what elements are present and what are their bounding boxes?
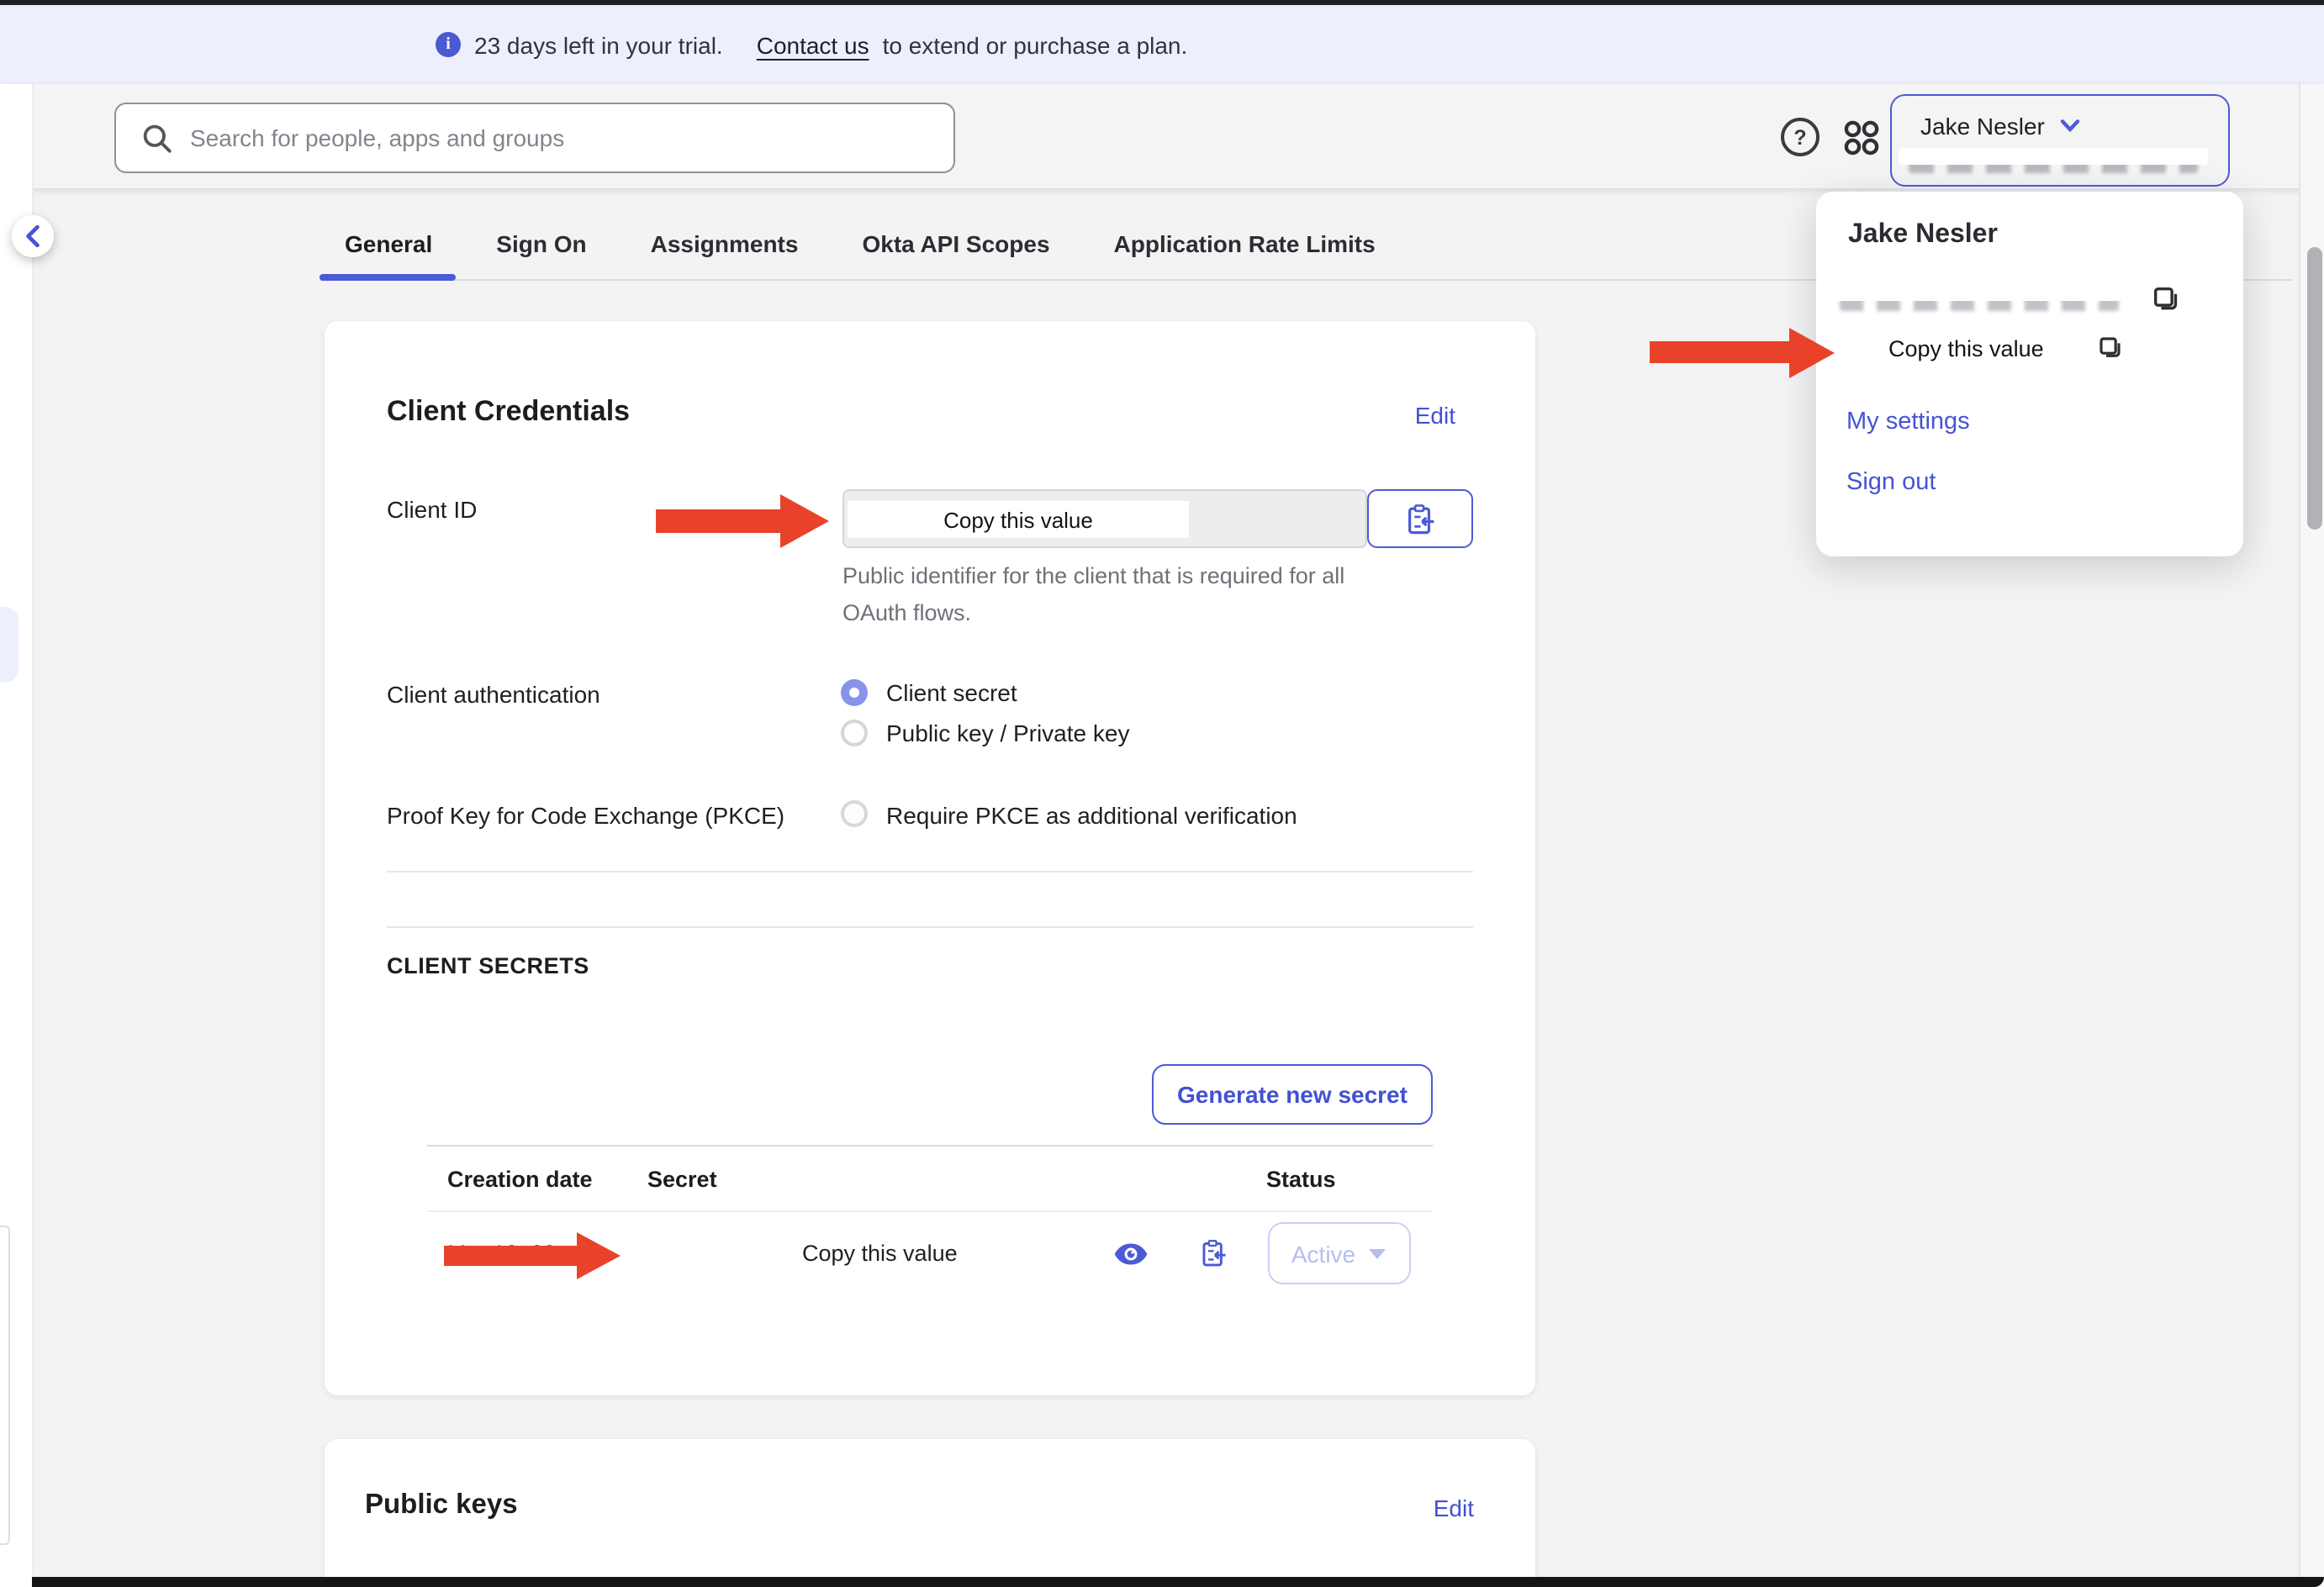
trial-banner-content: i 23 days left in your trial. Contact us…: [436, 5, 1187, 84]
apps-grid-icon[interactable]: [1843, 119, 1880, 156]
app-tabs: General Sign On Assignments Okta API Sco…: [320, 215, 1401, 272]
column-header-secret: Secret: [647, 1167, 717, 1192]
column-header-status: Status: [1266, 1167, 1336, 1192]
user-menu-panel: Jake Nesler Copy this value My settings …: [1816, 192, 2243, 556]
tab-assignments[interactable]: Assignments: [626, 215, 824, 272]
chevron-left-icon: [25, 224, 40, 246]
public-keys-card: Public keys Edit: [325, 1439, 1534, 1587]
client-id-help-text: Public identifier for the client that is…: [842, 558, 1411, 630]
secret-copy-icon[interactable]: [1199, 1237, 1228, 1269]
secret-status-dropdown[interactable]: Active: [1267, 1222, 1410, 1284]
my-settings-link[interactable]: My settings: [1846, 409, 1970, 435]
client-secret-option-label: Client secret: [886, 679, 1017, 706]
search-icon: [141, 123, 173, 155]
search-input[interactable]: [114, 103, 955, 173]
user-name: Jake Nesler: [1920, 113, 2045, 140]
app-header: ? Jake Nesler: [0, 84, 2324, 188]
pkce-option-label: Require PKCE as additional verification: [886, 802, 1297, 829]
client-secrets-title: CLIENT SECRETS: [387, 953, 589, 978]
client-credentials-card: Client Credentials Edit Client ID Copy t…: [325, 321, 1534, 1395]
client-authentication-label: Client authentication: [387, 681, 600, 708]
public-keys-title: Public keys: [365, 1489, 518, 1521]
org-url-redaction: [1899, 148, 2208, 173]
client-id-label: Client ID: [387, 496, 477, 523]
radio-client-secret[interactable]: [841, 679, 868, 706]
pkce-label: Proof Key for Code Exchange (PKCE): [387, 802, 784, 829]
client-credentials-edit-link[interactable]: Edit: [1415, 402, 1455, 429]
tab-general[interactable]: General: [320, 215, 457, 272]
column-header-creation-date: Creation date: [447, 1167, 593, 1192]
user-account-button[interactable]: Jake Nesler: [1890, 94, 2230, 187]
show-secret-eye-icon[interactable]: [1113, 1242, 1149, 1266]
tab-application-rate-limits[interactable]: Application Rate Limits: [1089, 215, 1401, 272]
tab-sign-on[interactable]: Sign On: [471, 215, 611, 272]
page-scrollbar-thumb[interactable]: [2306, 247, 2322, 530]
secret-status-label: Active: [1291, 1240, 1355, 1267]
client-id-copy-tooltip: Copy this value: [848, 501, 1189, 538]
trial-suffix-text: to extend or purchase a plan.: [883, 31, 1188, 58]
chevron-down-icon: [2060, 119, 2080, 133]
public-keys-edit-link[interactable]: Edit: [1434, 1495, 1474, 1521]
active-tab-underline: [320, 274, 456, 280]
caret-down-icon: [1369, 1248, 1386, 1258]
sidebar-selected-item[interactable]: [0, 607, 18, 683]
table-header-border: [427, 1210, 1432, 1212]
user-email-redaction: [1836, 284, 2122, 311]
table-top-border: [427, 1145, 1432, 1147]
contact-us-link[interactable]: Contact us: [757, 31, 869, 58]
trial-banner: i 23 days left in your trial. Contact us…: [0, 5, 2324, 84]
user-menu-name: Jake Nesler: [1848, 220, 1998, 250]
radio-public-private-key[interactable]: [841, 719, 868, 746]
client-credentials-title: Client Credentials: [387, 395, 630, 429]
pkce-checkbox[interactable]: [841, 800, 868, 827]
generate-new-secret-button[interactable]: Generate new secret: [1152, 1064, 1433, 1125]
tab-okta-api-scopes[interactable]: Okta API Scopes: [837, 215, 1075, 272]
global-search: [114, 103, 955, 173]
trial-days-text: 23 days left in your trial.: [474, 31, 723, 58]
sign-out-link[interactable]: Sign out: [1846, 469, 1936, 496]
public-private-key-option-label: Public key / Private key: [886, 720, 1129, 746]
info-icon: i: [436, 32, 461, 57]
clipboard-copy-icon: [1404, 502, 1436, 535]
menu-copy-tooltip: Copy this value: [1888, 336, 2044, 361]
section-divider: [387, 871, 1472, 873]
client-id-copy-button[interactable]: [1367, 489, 1472, 548]
email-copy-icon[interactable]: [2151, 284, 2179, 313]
sidebar-collapse-button[interactable]: [12, 214, 54, 256]
secret-copy-tooltip: Copy this value: [802, 1241, 958, 1266]
menu-copy-icon[interactable]: [2097, 335, 2122, 360]
window-bottom-edge: [31, 1577, 2324, 1587]
help-icon[interactable]: ?: [1781, 118, 1820, 156]
section-divider-2: [387, 926, 1472, 928]
offscreen-panel-edge: [0, 1226, 10, 1545]
page-scrollbar-track[interactable]: [2299, 84, 2324, 1587]
okta-admin-window: i 23 days left in your trial. Contact us…: [0, 0, 2324, 1587]
